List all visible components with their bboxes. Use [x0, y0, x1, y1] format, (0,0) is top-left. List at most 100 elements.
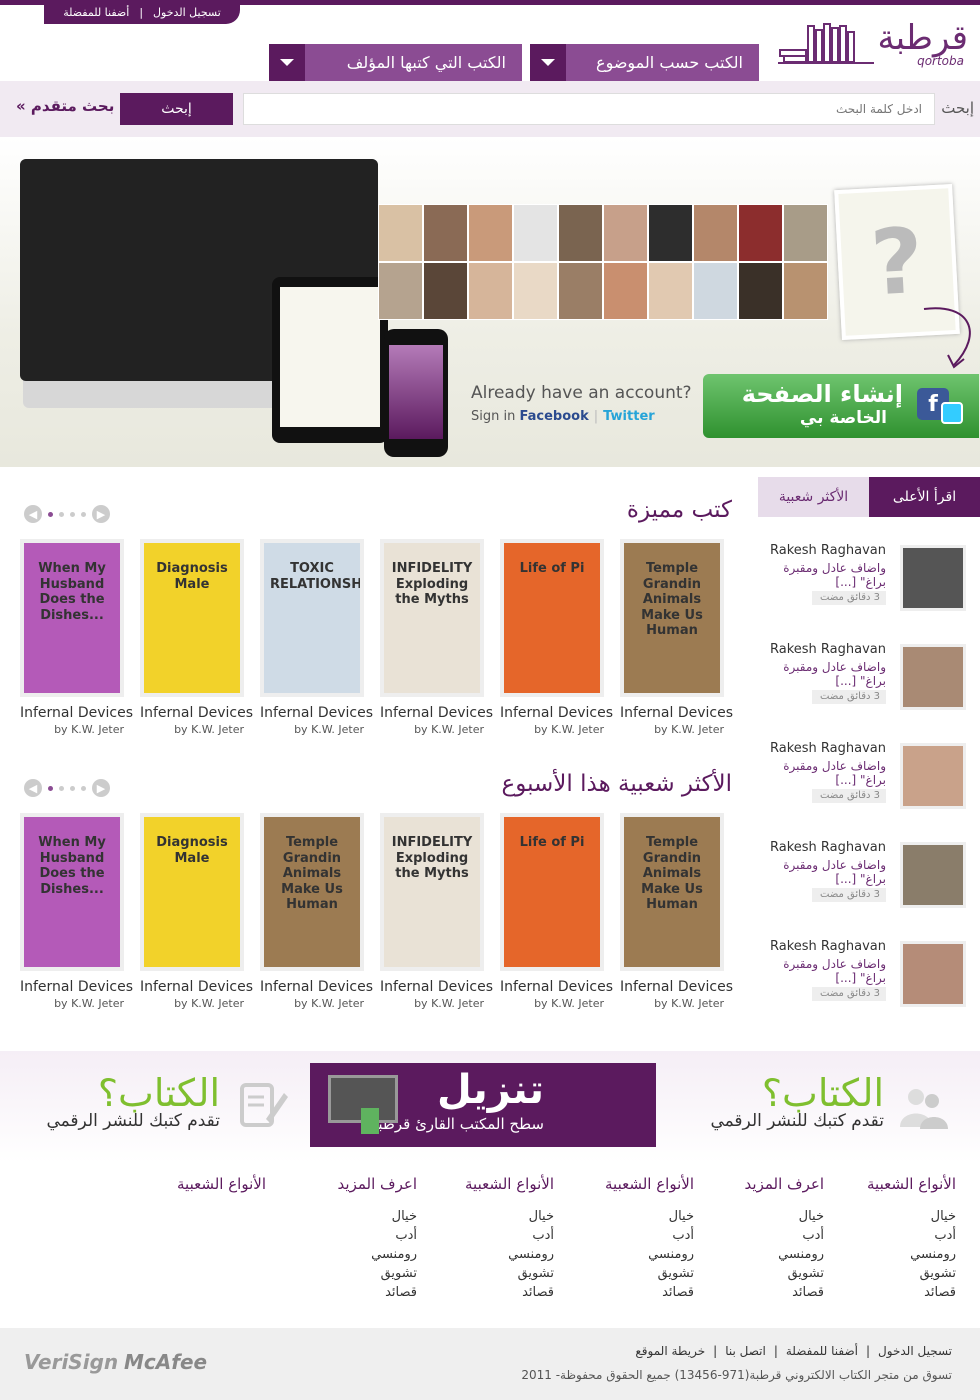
book-card[interactable]: Temple Grandin Animals Make Us Human Infe…: [260, 813, 373, 1010]
book-title[interactable]: Infernal Devices: [140, 705, 253, 721]
activity-item[interactable]: Rakesh Raghavan واضاف عادل ومقبرة براغ" […: [758, 638, 980, 728]
avatar[interactable]: [900, 842, 966, 908]
footer-link[interactable]: قصائد: [745, 1283, 824, 1302]
footer-link[interactable]: خيال: [745, 1207, 824, 1226]
activity-user-name[interactable]: Rakesh Raghavan: [770, 642, 886, 657]
activity-text[interactable]: واضاف عادل ومقبرة براغ" [...]: [776, 957, 886, 986]
book-cover[interactable]: When My Husband Does the Dishes...: [20, 539, 124, 697]
book-author[interactable]: by K.W. Jeter: [260, 723, 364, 736]
footer-link[interactable]: رومنسي: [338, 1245, 417, 1264]
book-cover[interactable]: Temple Grandin Animals Make Us Human: [260, 813, 364, 971]
book-cover[interactable]: Life of Pi: [500, 539, 604, 697]
activity-user-name[interactable]: Rakesh Raghavan: [770, 741, 886, 756]
activity-item[interactable]: Rakesh Raghavan واضاف عادل ومقبرة براغ" […: [758, 539, 980, 629]
book-author[interactable]: by K.W. Jeter: [380, 723, 484, 736]
book-author[interactable]: by K.W. Jeter: [140, 997, 244, 1010]
book-author[interactable]: by K.W. Jeter: [620, 997, 724, 1010]
footer-link[interactable]: تشويق: [605, 1264, 694, 1283]
book-author[interactable]: by K.W. Jeter: [20, 723, 124, 736]
pager-dot[interactable]: [81, 785, 86, 791]
footer-link[interactable]: أدب: [867, 1226, 956, 1245]
pager-dot[interactable]: [59, 511, 64, 517]
book-card[interactable]: TOXIC RELATIONSHIPS Infernal Devices by K.…: [260, 539, 373, 736]
promo-left-block[interactable]: الكتاب؟ تقدم كتبك للنشر الرقمي: [46, 1071, 220, 1131]
book-card[interactable]: Diagnosis Male Infernal Devices by K.W. Je…: [140, 539, 253, 736]
book-card[interactable]: INFIDELITY Exploding the Myths Infernal D…: [380, 539, 493, 736]
activity-user-name[interactable]: Rakesh Raghavan: [770, 543, 886, 558]
footer-link[interactable]: خيال: [465, 1207, 554, 1226]
book-title[interactable]: Infernal Devices: [380, 979, 493, 995]
pager-dot[interactable]: [59, 785, 64, 791]
footer-link[interactable]: تشويق: [338, 1264, 417, 1283]
footer-link[interactable]: قصائد: [465, 1283, 554, 1302]
book-cover[interactable]: TOXIC RELATIONSHIPS: [260, 539, 364, 697]
book-cover[interactable]: INFIDELITY Exploding the Myths: [380, 539, 484, 697]
footer-link[interactable]: قصائد: [867, 1283, 956, 1302]
avatar[interactable]: [900, 545, 966, 611]
footer-link[interactable]: قصائد: [338, 1283, 417, 1302]
footer-link[interactable]: تشويق: [465, 1264, 554, 1283]
activity-text[interactable]: واضاف عادل ومقبرة براغ" [...]: [776, 759, 886, 788]
footer-bottom-link[interactable]: تسجيل الدخول: [878, 1344, 952, 1358]
pager-dot[interactable]: [48, 511, 53, 517]
book-cover[interactable]: When My Husband Does the Dishes...: [20, 813, 124, 971]
pager-dot[interactable]: [81, 511, 86, 517]
site-logo[interactable]: قرطبة qortoba: [778, 18, 978, 70]
avatar[interactable]: [900, 644, 966, 710]
book-title[interactable]: Infernal Devices: [620, 979, 733, 995]
avatar[interactable]: [900, 941, 966, 1007]
book-cover[interactable]: Temple Grandin Animals Make Us Human: [620, 813, 724, 971]
facebook-link[interactable]: Facebook: [519, 409, 588, 424]
prev-arrow-icon[interactable]: ◀: [24, 779, 42, 797]
book-card[interactable]: When My Husband Does the Dishes... Infern…: [20, 539, 133, 736]
book-title[interactable]: Infernal Devices: [20, 979, 133, 995]
activity-text[interactable]: واضاف عادل ومقبرة براغ" [...]: [776, 660, 886, 689]
book-author[interactable]: by K.W. Jeter: [500, 723, 604, 736]
chevron-down-icon[interactable]: [530, 44, 566, 81]
book-card[interactable]: Temple Grandin Animals Make Us Human Infe…: [620, 813, 733, 1010]
book-cover[interactable]: Temple Grandin Animals Make Us Human: [620, 539, 724, 697]
book-card[interactable]: Temple Grandin Animals Make Us Human Infe…: [620, 539, 733, 736]
footer-link[interactable]: رومنسي: [867, 1245, 956, 1264]
next-arrow-icon[interactable]: ▶: [92, 505, 110, 523]
book-author[interactable]: by K.W. Jeter: [380, 997, 484, 1010]
book-card[interactable]: When My Husband Does the Dishes... Infern…: [20, 813, 133, 1010]
footer-link[interactable]: رومنسي: [745, 1245, 824, 1264]
footer-link[interactable]: خيال: [338, 1207, 417, 1226]
book-title[interactable]: Infernal Devices: [500, 979, 613, 995]
activity-item[interactable]: Rakesh Raghavan واضاف عادل ومقبرة براغ" […: [758, 737, 980, 827]
book-card[interactable]: INFIDELITY Exploding the Myths Infernal D…: [380, 813, 493, 1010]
tab-top-read[interactable]: اقرأ الأعلى: [869, 477, 980, 524]
footer-link[interactable]: تشويق: [867, 1264, 956, 1283]
search-button[interactable]: إبحث: [120, 93, 233, 125]
book-title[interactable]: Infernal Devices: [620, 705, 733, 721]
pager-dot[interactable]: [70, 785, 75, 791]
footer-link[interactable]: أدب: [745, 1226, 824, 1245]
footer-link[interactable]: خيال: [605, 1207, 694, 1226]
footer-bottom-link[interactable]: خريطة الموقع: [635, 1344, 705, 1358]
footer-link[interactable]: رومنسي: [465, 1245, 554, 1264]
book-card[interactable]: Life of Pi Infernal Devices by K.W. Jeter: [500, 813, 613, 1010]
book-cover[interactable]: INFIDELITY Exploding the Myths: [380, 813, 484, 971]
footer-link[interactable]: تشويق: [745, 1264, 824, 1283]
activity-text[interactable]: واضاف عادل ومقبرة براغ" [...]: [776, 561, 886, 590]
activity-item[interactable]: Rakesh Raghavan واضاف عادل ومقبرة براغ" […: [758, 836, 980, 926]
download-reader-banner[interactable]: تنزيل سطح المكتب القارئ قرطبة: [310, 1063, 656, 1147]
twitter-link[interactable]: Twitter: [603, 409, 655, 424]
book-title[interactable]: Infernal Devices: [140, 979, 253, 995]
book-cover[interactable]: Diagnosis Male: [140, 813, 244, 971]
footer-link[interactable]: أدب: [605, 1226, 694, 1245]
prev-arrow-icon[interactable]: ◀: [24, 505, 42, 523]
activity-text[interactable]: واضاف عادل ومقبرة براغ" [...]: [776, 858, 886, 887]
search-input[interactable]: [243, 93, 935, 125]
activity-user-name[interactable]: Rakesh Raghavan: [770, 840, 886, 855]
activity-user-name[interactable]: Rakesh Raghavan: [770, 939, 886, 954]
avatar[interactable]: [900, 743, 966, 809]
tab-most-popular[interactable]: الأكثر شعبية: [758, 477, 869, 517]
book-title[interactable]: Infernal Devices: [260, 705, 373, 721]
book-title[interactable]: Infernal Devices: [260, 979, 373, 995]
book-title[interactable]: Infernal Devices: [20, 705, 133, 721]
footer-bottom-link[interactable]: أضفنا للمفضلة: [786, 1344, 858, 1358]
book-author[interactable]: by K.W. Jeter: [20, 997, 124, 1010]
book-title[interactable]: Infernal Devices: [380, 705, 493, 721]
